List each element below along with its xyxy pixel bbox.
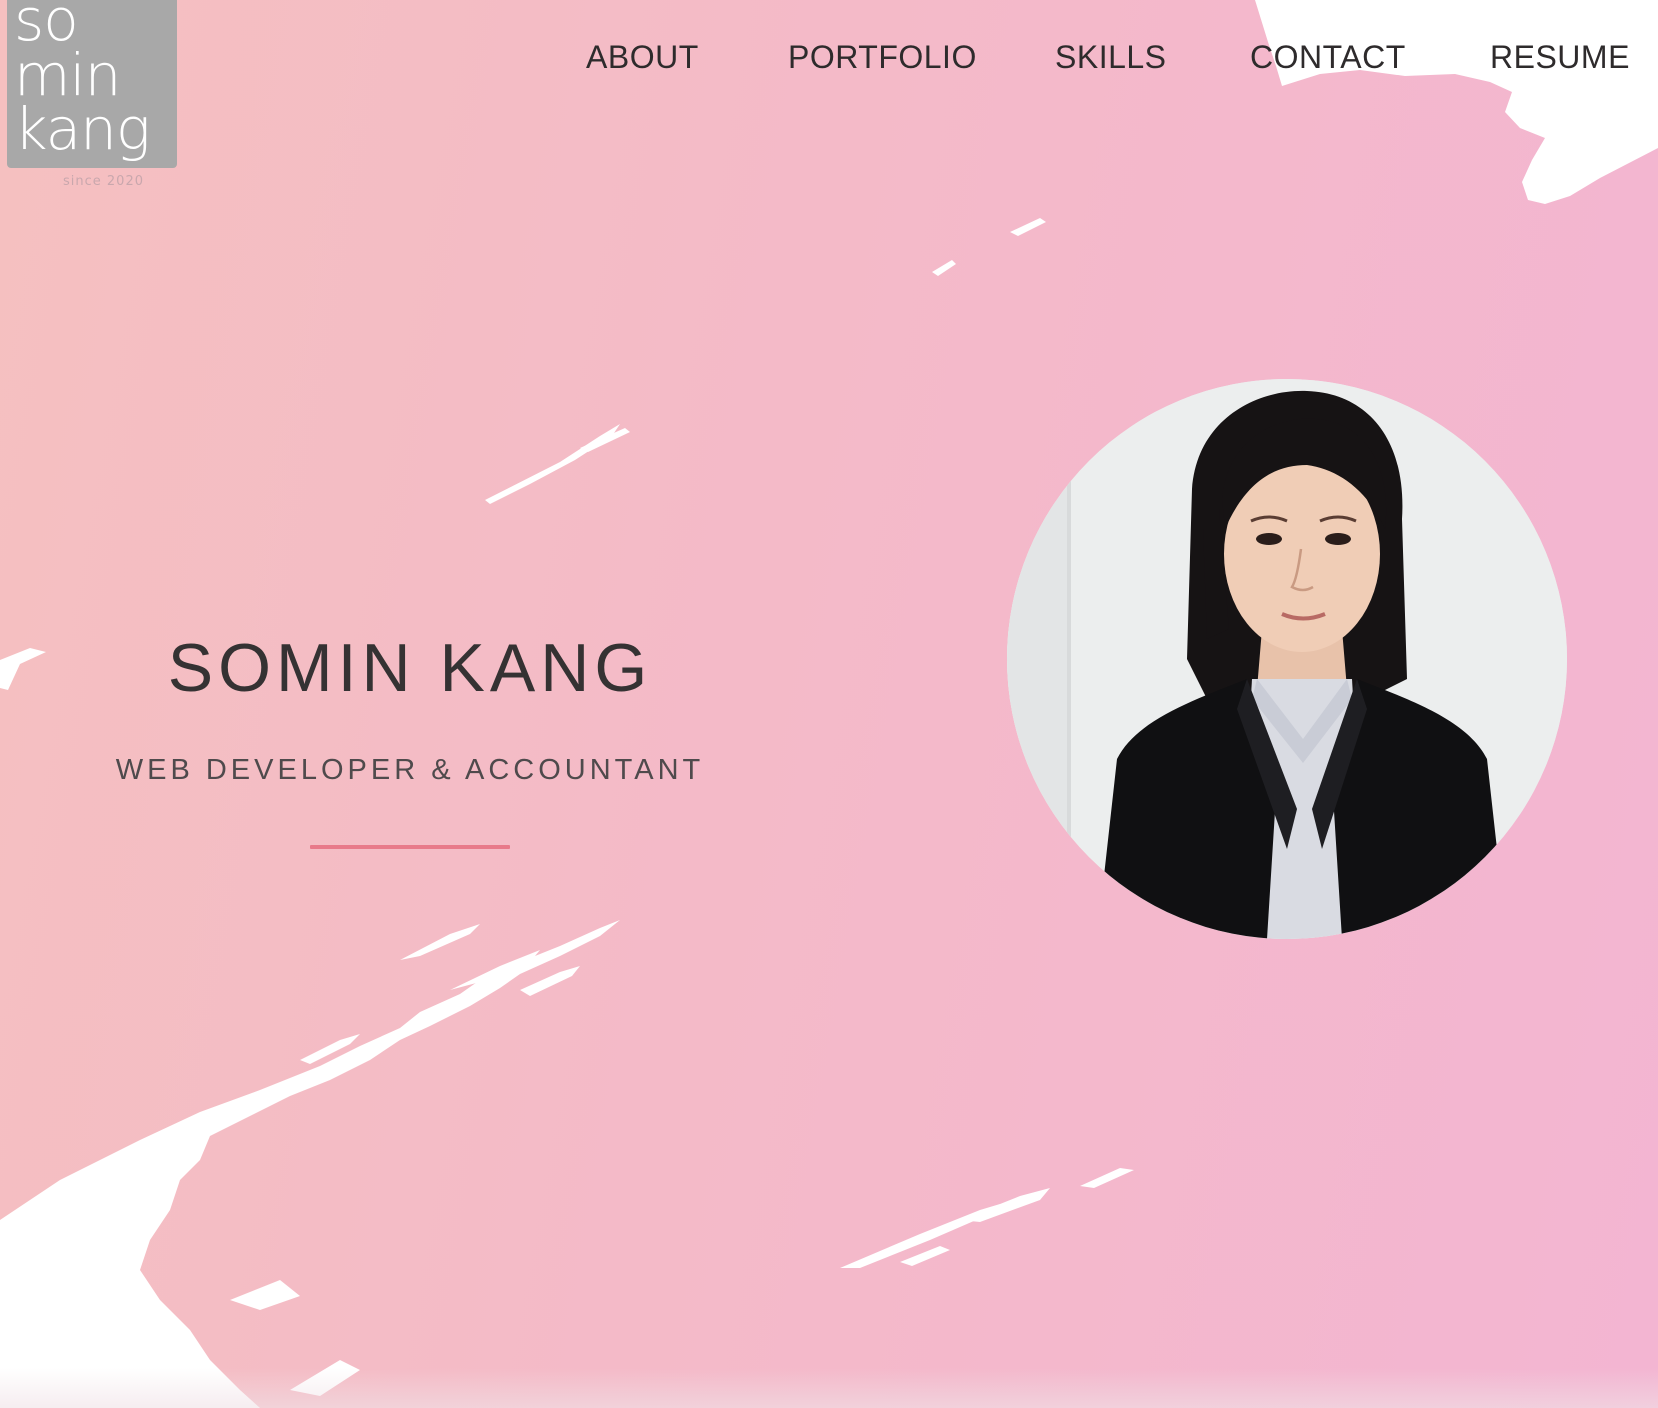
brush-sweep-strand-5	[230, 1280, 300, 1310]
hero-section: so min kang since 2020 ABOUT PORTFOLIO S…	[0, 0, 1658, 1408]
brush-dash-1	[1010, 218, 1046, 236]
brush-streak-1	[485, 424, 620, 504]
nav-link-resume[interactable]: RESUME	[1490, 34, 1630, 80]
main-navigation: ABOUT PORTFOLIO SKILLS CONTACT RESUME	[0, 34, 1658, 80]
logo-tagline: since 2020	[63, 174, 144, 189]
brush-sweep-strand-6	[290, 1360, 360, 1396]
brush-blob-top-right	[1255, 0, 1658, 204]
profile-photo-illustration	[1007, 379, 1567, 939]
nav-link-portfolio[interactable]: PORTFOLIO	[788, 34, 977, 80]
brush-streak-4	[960, 1188, 1050, 1222]
profile-photo	[1007, 379, 1567, 939]
brush-dash-2	[932, 260, 956, 276]
hero-divider	[310, 845, 510, 849]
nav-link-skills[interactable]: SKILLS	[1055, 34, 1167, 80]
logo[interactable]: so min kang	[7, 0, 177, 168]
brush-streak-5	[1080, 1168, 1134, 1188]
brush-sweep-strand-3	[520, 966, 580, 996]
nav-link-contact[interactable]: CONTACT	[1250, 34, 1406, 80]
hero-subtitle: WEB DEVELOPER & ACCOUNTANT	[115, 754, 705, 786]
brush-streak-2	[580, 428, 630, 452]
logo-text-line-3: kang	[14, 95, 151, 163]
brush-sweep-strand-1	[400, 924, 480, 960]
hero-name-heading: SOMIN KANG	[167, 630, 653, 706]
nav-link-about[interactable]: ABOUT	[586, 34, 699, 80]
